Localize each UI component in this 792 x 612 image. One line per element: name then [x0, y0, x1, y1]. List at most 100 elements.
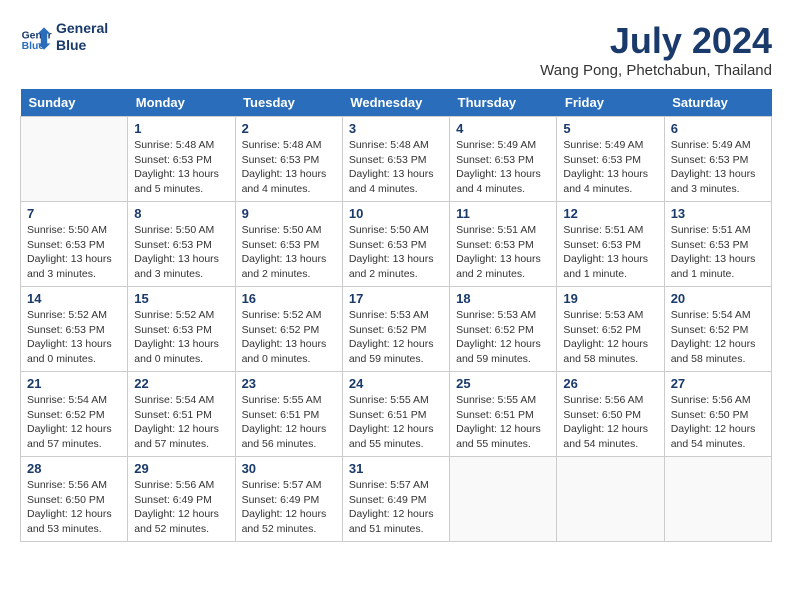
calendar-cell: 8 Sunrise: 5:50 AMSunset: 6:53 PMDaylight…: [128, 202, 235, 287]
date-number: 13: [671, 206, 765, 221]
date-number: 21: [27, 376, 121, 391]
date-number: 18: [456, 291, 550, 306]
calendar-cell: 3 Sunrise: 5:48 AMSunset: 6:53 PMDaylight…: [342, 117, 449, 202]
cell-info: Sunrise: 5:49 AMSunset: 6:53 PMDaylight:…: [456, 138, 550, 197]
calendar-cell: 15 Sunrise: 5:52 AMSunset: 6:53 PMDayligh…: [128, 287, 235, 372]
day-header-wednesday: Wednesday: [342, 89, 449, 117]
day-header-saturday: Saturday: [664, 89, 771, 117]
day-header-thursday: Thursday: [450, 89, 557, 117]
cell-info: Sunrise: 5:50 AMSunset: 6:53 PMDaylight:…: [134, 223, 228, 282]
calendar-cell: 13 Sunrise: 5:51 AMSunset: 6:53 PMDayligh…: [664, 202, 771, 287]
calendar-cell: 24 Sunrise: 5:55 AMSunset: 6:51 PMDayligh…: [342, 372, 449, 457]
date-number: 20: [671, 291, 765, 306]
calendar-cell: 11 Sunrise: 5:51 AMSunset: 6:53 PMDayligh…: [450, 202, 557, 287]
cell-info: Sunrise: 5:50 AMSunset: 6:53 PMDaylight:…: [27, 223, 121, 282]
date-number: 22: [134, 376, 228, 391]
calendar-cell: 2Sunrise: 5:48 AMSunset: 6:53 PMDaylight…: [235, 117, 342, 202]
cell-info: Sunrise: 5:54 AMSunset: 6:52 PMDaylight:…: [27, 393, 121, 452]
month-title: July 2024: [540, 20, 772, 62]
calendar-cell: [664, 457, 771, 542]
calendar-cell: 16 Sunrise: 5:52 AMSunset: 6:52 PMDayligh…: [235, 287, 342, 372]
date-number: 30: [242, 461, 336, 476]
date-number: 11: [456, 206, 550, 221]
cell-info: Sunrise: 5:50 AMSunset: 6:53 PMDaylight:…: [349, 223, 443, 282]
cell-info: Sunrise: 5:50 AMSunset: 6:53 PMDaylight:…: [242, 223, 336, 282]
calendar-cell: 27 Sunrise: 5:56 AMSunset: 6:50 PMDayligh…: [664, 372, 771, 457]
cell-info: Sunrise: 5:48 AMSunset: 6:53 PMDaylight:…: [134, 138, 228, 197]
date-number: 23: [242, 376, 336, 391]
cell-info: Sunrise: 5:54 AMSunset: 6:51 PMDaylight:…: [134, 393, 228, 452]
date-number: 29: [134, 461, 228, 476]
date-number: 31: [349, 461, 443, 476]
cell-info: Sunrise: 5:55 AMSunset: 6:51 PMDaylight:…: [349, 393, 443, 452]
calendar-cell: 28 Sunrise: 5:56 AMSunset: 6:50 PMDayligh…: [21, 457, 128, 542]
date-number: 16: [242, 291, 336, 306]
page-header: General Blue General Blue July 2024 Wang…: [20, 20, 772, 79]
cell-info: Sunrise: 5:55 AMSunset: 6:51 PMDaylight:…: [456, 393, 550, 452]
calendar-cell: 21 Sunrise: 5:54 AMSunset: 6:52 PMDayligh…: [21, 372, 128, 457]
cell-info: Sunrise: 5:56 AMSunset: 6:49 PMDaylight:…: [134, 478, 228, 537]
date-number: 7: [27, 206, 121, 221]
date-number: 19: [563, 291, 657, 306]
calendar-cell: [21, 117, 128, 202]
cell-info: Sunrise: 5:49 AMSunset: 6:53 PMDaylight:…: [671, 138, 765, 197]
calendar-cell: 1 Sunrise: 5:48 AMSunset: 6:53 PMDaylight…: [128, 117, 235, 202]
calendar-cell: 6 Sunrise: 5:49 AMSunset: 6:53 PMDaylight…: [664, 117, 771, 202]
date-number: 27: [671, 376, 765, 391]
cell-info: Sunrise: 5:57 AMSunset: 6:49 PMDaylight:…: [242, 478, 336, 537]
date-number: 28: [27, 461, 121, 476]
cell-info: Sunrise: 5:51 AMSunset: 6:53 PMDaylight:…: [671, 223, 765, 282]
cell-info: Sunrise: 5:48 AMSunset: 6:53 PMDaylight:…: [349, 138, 443, 197]
calendar-cell: 17 Sunrise: 5:53 AMSunset: 6:52 PMDayligh…: [342, 287, 449, 372]
calendar-cell: 4 Sunrise: 5:49 AMSunset: 6:53 PMDaylight…: [450, 117, 557, 202]
cell-info: Sunrise: 5:56 AMSunset: 6:50 PMDaylight:…: [563, 393, 657, 452]
cell-info: Sunrise: 5:53 AMSunset: 6:52 PMDaylight:…: [349, 308, 443, 367]
calendar-cell: 26 Sunrise: 5:56 AMSunset: 6:50 PMDayligh…: [557, 372, 664, 457]
calendar-cell: 19 Sunrise: 5:53 AMSunset: 6:52 PMDayligh…: [557, 287, 664, 372]
date-number: 17: [349, 291, 443, 306]
date-number: 6: [671, 121, 765, 136]
cell-info: Sunrise: 5:52 AMSunset: 6:52 PMDaylight:…: [242, 308, 336, 367]
calendar-cell: 20 Sunrise: 5:54 AMSunset: 6:52 PMDayligh…: [664, 287, 771, 372]
calendar-cell: 25Sunrise: 5:55 AMSunset: 6:51 PMDayligh…: [450, 372, 557, 457]
date-number: 10: [349, 206, 443, 221]
cell-info: Sunrise: 5:53 AMSunset: 6:52 PMDaylight:…: [456, 308, 550, 367]
calendar-cell: [450, 457, 557, 542]
calendar-cell: 9 Sunrise: 5:50 AMSunset: 6:53 PMDaylight…: [235, 202, 342, 287]
cell-info: Sunrise: 5:54 AMSunset: 6:52 PMDaylight:…: [671, 308, 765, 367]
calendar-cell: 5Sunrise: 5:49 AMSunset: 6:53 PMDaylight…: [557, 117, 664, 202]
calendar-table: SundayMondayTuesdayWednesdayThursdayFrid…: [20, 89, 772, 542]
cell-info: Sunrise: 5:55 AMSunset: 6:51 PMDaylight:…: [242, 393, 336, 452]
cell-info: Sunrise: 5:52 AMSunset: 6:53 PMDaylight:…: [27, 308, 121, 367]
day-header-sunday: Sunday: [21, 89, 128, 117]
day-header-friday: Friday: [557, 89, 664, 117]
day-header-tuesday: Tuesday: [235, 89, 342, 117]
cell-info: Sunrise: 5:52 AMSunset: 6:53 PMDaylight:…: [134, 308, 228, 367]
cell-info: Sunrise: 5:57 AMSunset: 6:49 PMDaylight:…: [349, 478, 443, 537]
logo: General Blue General Blue: [20, 20, 108, 54]
cell-info: Sunrise: 5:51 AMSunset: 6:53 PMDaylight:…: [456, 223, 550, 282]
calendar-cell: 30 Sunrise: 5:57 AMSunset: 6:49 PMDayligh…: [235, 457, 342, 542]
date-number: 14: [27, 291, 121, 306]
date-number: 8: [134, 206, 228, 221]
calendar-cell: 22 Sunrise: 5:54 AMSunset: 6:51 PMDayligh…: [128, 372, 235, 457]
cell-info: Sunrise: 5:51 AMSunset: 6:53 PMDaylight:…: [563, 223, 657, 282]
date-number: 15: [134, 291, 228, 306]
location: Wang Pong, Phetchabun, Thailand: [540, 62, 772, 79]
cell-info: Sunrise: 5:56 AMSunset: 6:50 PMDaylight:…: [27, 478, 121, 537]
date-number: 3: [349, 121, 443, 136]
cell-info: Sunrise: 5:53 AMSunset: 6:52 PMDaylight:…: [563, 308, 657, 367]
date-number: 5: [563, 121, 657, 136]
date-number: 9: [242, 206, 336, 221]
day-header-monday: Monday: [128, 89, 235, 117]
cell-info: Sunrise: 5:56 AMSunset: 6:50 PMDaylight:…: [671, 393, 765, 452]
calendar-cell: 18 Sunrise: 5:53 AMSunset: 6:52 PMDayligh…: [450, 287, 557, 372]
date-number: 24: [349, 376, 443, 391]
calendar-cell: 31 Sunrise: 5:57 AMSunset: 6:49 PMDayligh…: [342, 457, 449, 542]
date-number: 26: [563, 376, 657, 391]
date-number: 1: [134, 121, 228, 136]
date-number: 4: [456, 121, 550, 136]
title-section: July 2024 Wang Pong, Phetchabun, Thailan…: [540, 20, 772, 79]
calendar-cell: [557, 457, 664, 542]
calendar-cell: 14 Sunrise: 5:52 AMSunset: 6:53 PMDayligh…: [21, 287, 128, 372]
